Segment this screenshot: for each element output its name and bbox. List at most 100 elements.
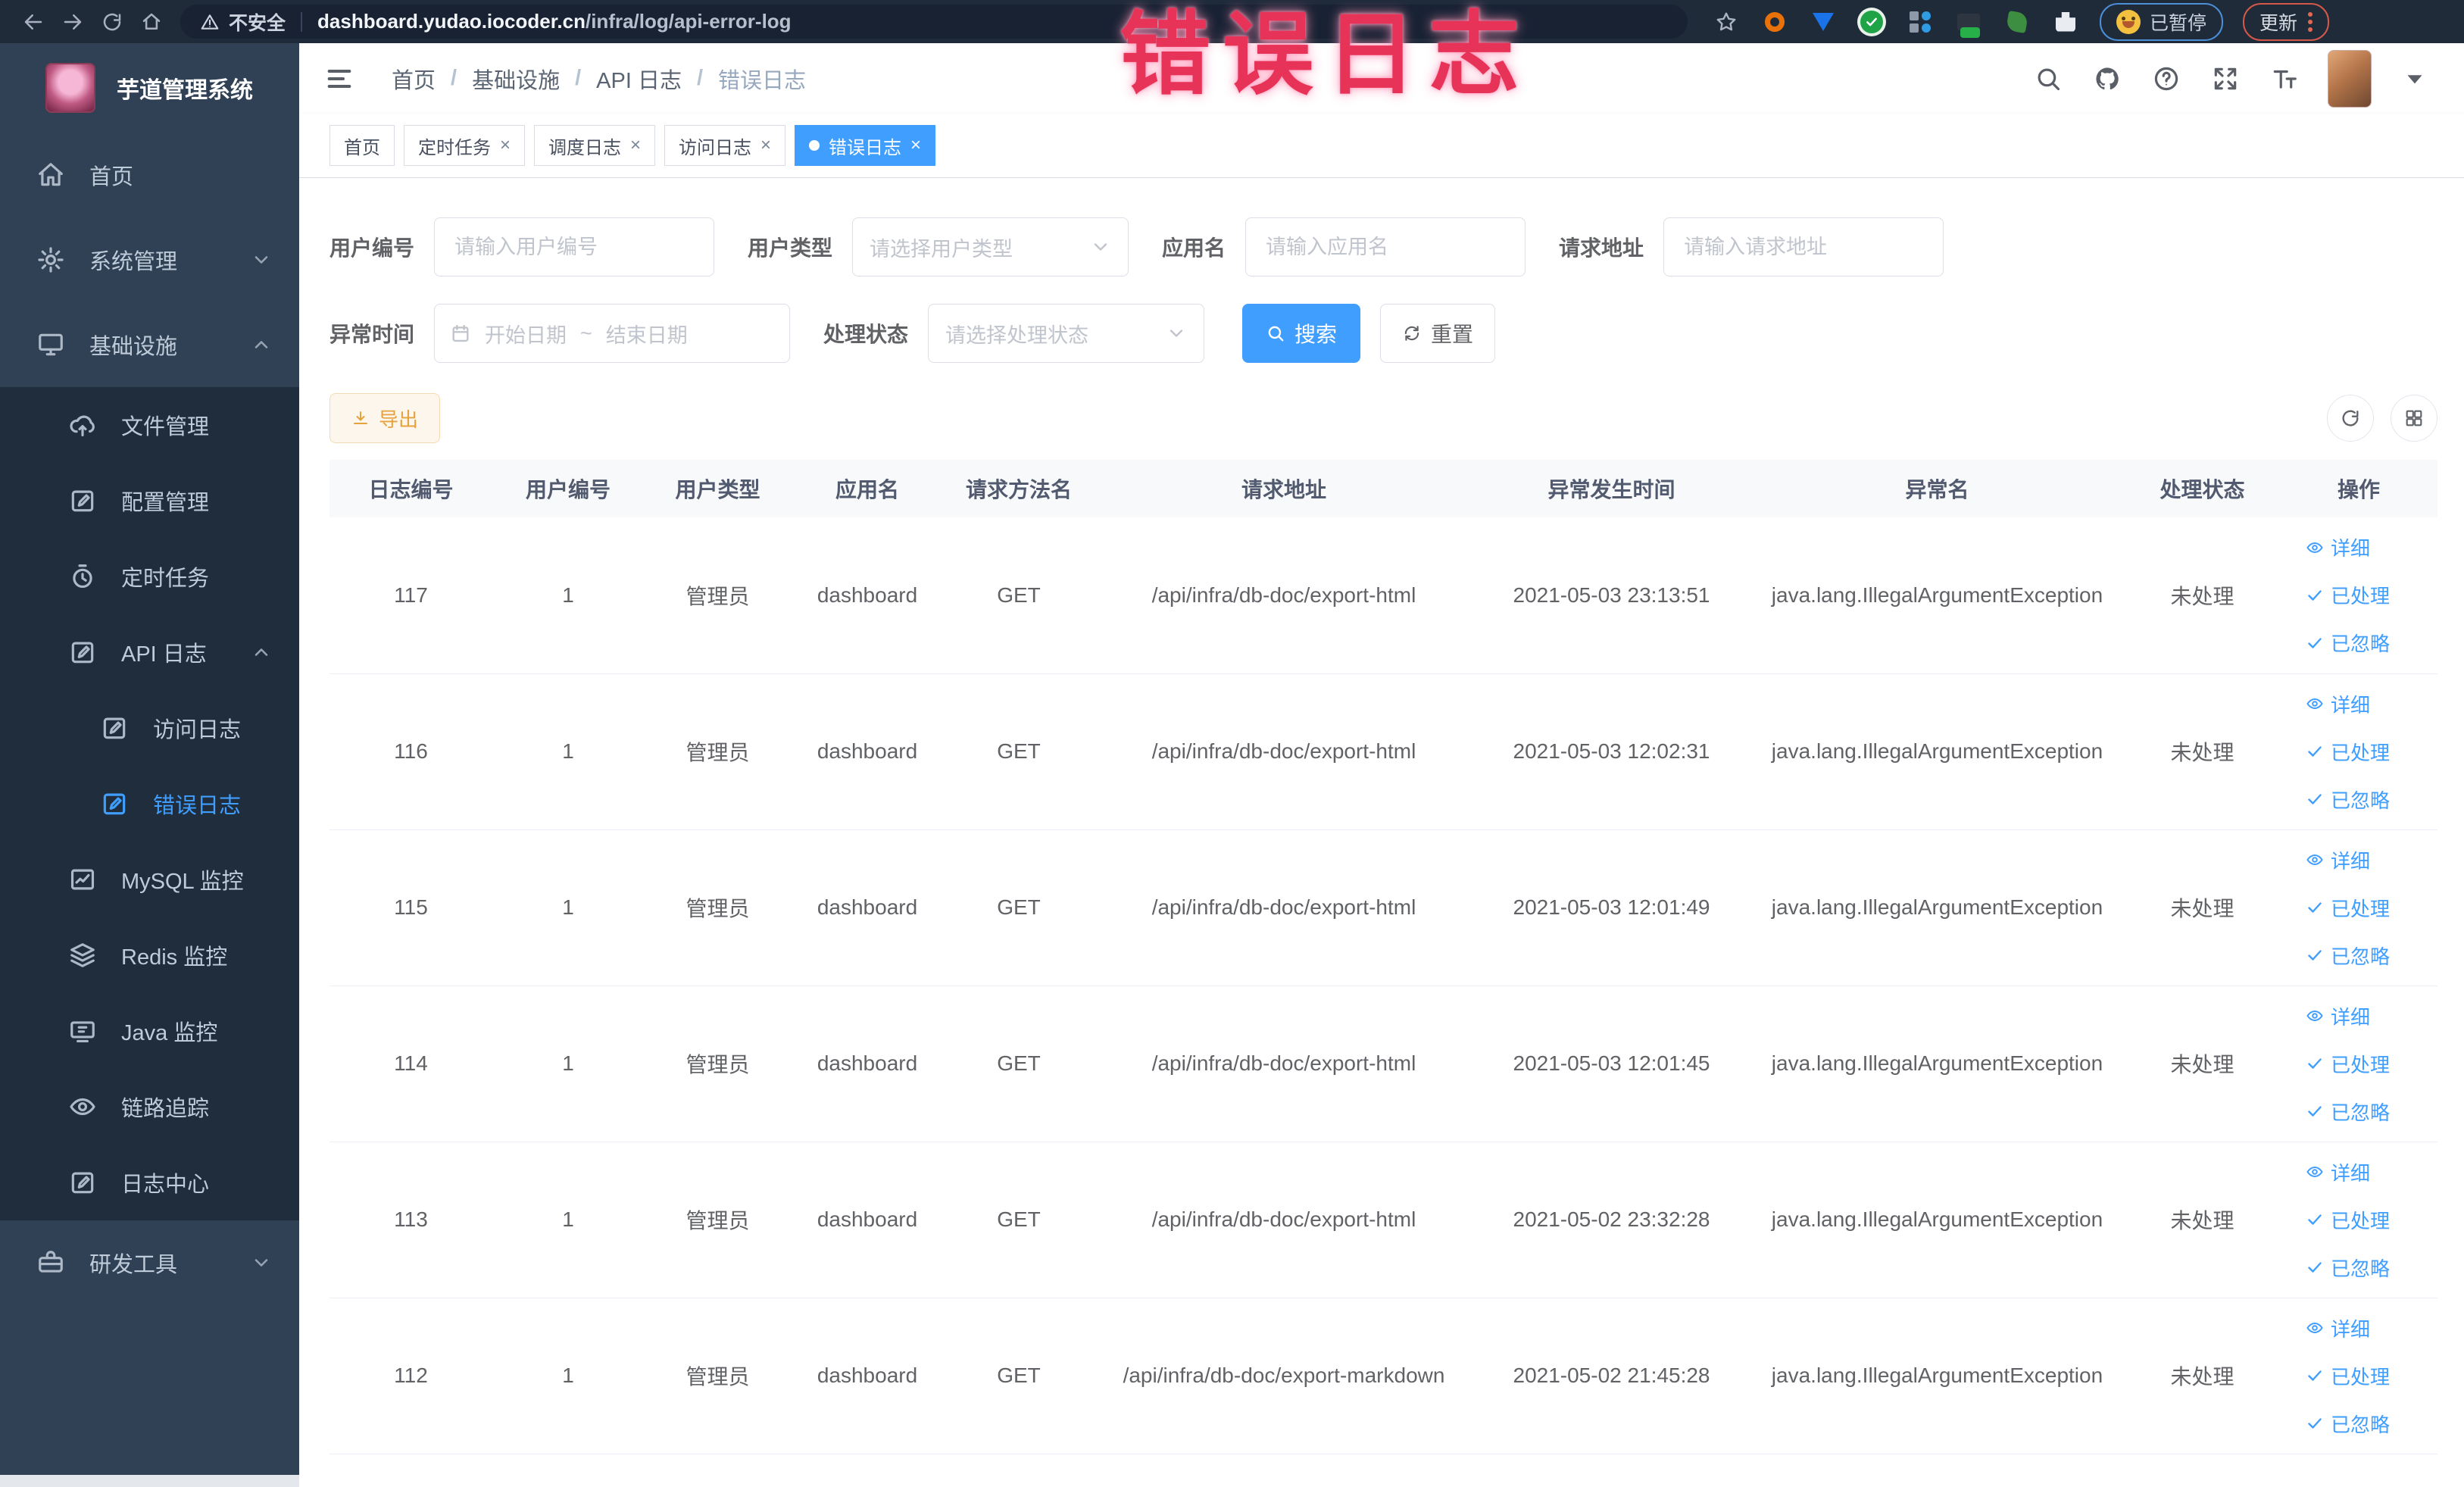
mark-ignored-link[interactable]: 已忽略 xyxy=(2306,1098,2390,1126)
cell-request-url: /api/infra/db-doc/export-html xyxy=(1095,829,1473,986)
detail-link[interactable]: 详细 xyxy=(2306,1002,2370,1030)
address-divider xyxy=(301,11,303,32)
column-settings-button[interactable] xyxy=(2391,395,2437,442)
cell-exception-name: java.lang.IllegalArgumentException xyxy=(1750,1298,2125,1454)
detail-link[interactable]: 详细 xyxy=(2306,1314,2370,1342)
sidebar-item-dev-tools[interactable]: 研发工具 xyxy=(0,1220,299,1305)
user-id-input[interactable] xyxy=(434,217,715,276)
mark-processed-link[interactable]: 已处理 xyxy=(2306,1050,2390,1078)
extension-icon-dark-on[interactable] xyxy=(1956,9,1982,38)
sidebar-item-mysql-monitor[interactable]: MySQL 监控 xyxy=(0,842,299,917)
sidebar-item-file-management[interactable]: 文件管理 xyxy=(0,387,299,463)
tab-close-icon[interactable]: × xyxy=(760,136,771,155)
browser-menu-icon[interactable] xyxy=(2308,11,2313,32)
sidebar-item-home[interactable]: 首页 xyxy=(0,133,299,217)
refresh-table-button[interactable] xyxy=(2327,395,2374,442)
cell-actions: 详细 已处理 已忽略 xyxy=(2280,829,2437,986)
bookmark-star-icon[interactable] xyxy=(1713,9,1739,35)
sidebar-logo[interactable]: 芋道管理系统 xyxy=(0,43,299,133)
date-end-placeholder: 结束日期 xyxy=(605,323,688,347)
mark-processed-link[interactable]: 已处理 xyxy=(2306,581,2390,609)
browser-update-button[interactable]: 更新 xyxy=(2243,2,2330,41)
select-placeholder: 请选择处理状态 xyxy=(945,323,1089,347)
cell-status: 未处理 xyxy=(2125,986,2280,1142)
tab-access-log[interactable]: 访问日志 × xyxy=(664,125,786,166)
browser-back-icon[interactable] xyxy=(14,5,53,39)
detail-link[interactable]: 详细 xyxy=(2306,1158,2370,1186)
tab-scheduled-tasks[interactable]: 定时任务 × xyxy=(404,125,526,166)
tab-close-icon[interactable]: × xyxy=(630,136,641,155)
sidebar-item-config-management[interactable]: 配置管理 xyxy=(0,463,299,539)
sidebar-item-api-log[interactable]: API 日志 xyxy=(0,614,299,690)
date-range-picker[interactable]: 开始日期 ~ 结束日期 xyxy=(434,304,791,363)
tab-error-log[interactable]: 错误日志 × xyxy=(795,125,936,166)
mark-ignored-link[interactable]: 已忽略 xyxy=(2306,942,2390,970)
browser-reload-icon[interactable] xyxy=(92,5,132,39)
sidebar-item-access-log[interactable]: 访问日志 xyxy=(0,690,299,766)
extension-icon-puzzle[interactable] xyxy=(2053,9,2078,35)
search-button[interactable]: 搜索 xyxy=(1242,304,1361,363)
extension-icon-green-check[interactable] xyxy=(1859,9,1885,35)
timer-icon xyxy=(68,562,97,591)
filter-request-url: 请求地址 xyxy=(1559,217,1944,276)
caret-down-icon[interactable] xyxy=(2399,63,2431,95)
paused-badge[interactable]: 已暂停 xyxy=(2100,2,2224,41)
sidebar-item-scheduled-tasks[interactable]: 定时任务 xyxy=(0,539,299,614)
sidebar-item-java-monitor[interactable]: Java 监控 xyxy=(0,993,299,1069)
tab-schedule-log[interactable]: 调度日志 × xyxy=(534,125,656,166)
eye-icon xyxy=(2306,698,2323,710)
security-status[interactable]: 不安全 xyxy=(200,8,286,36)
mark-processed-link[interactable]: 已处理 xyxy=(2306,738,2390,766)
detail-link[interactable]: 详细 xyxy=(2306,846,2370,874)
tab-home[interactable]: 首页 xyxy=(329,125,395,166)
extension-icon-leaf[interactable] xyxy=(2004,9,2030,35)
help-icon[interactable] xyxy=(2150,63,2182,95)
detail-link[interactable]: 详细 xyxy=(2306,690,2370,718)
mark-processed-link[interactable]: 已处理 xyxy=(2306,894,2390,922)
mark-ignored-link[interactable]: 已忽略 xyxy=(2306,629,2390,657)
row-actions: 详细 已处理 已忽略 xyxy=(2286,1314,2431,1438)
breadcrumb-item[interactable]: API 日志 xyxy=(596,63,682,95)
browser-home-icon[interactable] xyxy=(132,5,171,39)
reset-button[interactable]: 重置 xyxy=(1380,304,1496,363)
sidebar-item-infrastructure[interactable]: 基础设施 xyxy=(0,302,299,387)
user-type-select[interactable]: 请选择用户类型 xyxy=(852,217,1129,276)
sidebar-item-trace[interactable]: 链路追踪 xyxy=(0,1069,299,1145)
mark-ignored-link[interactable]: 已忽略 xyxy=(2306,1410,2390,1438)
search-icon[interactable] xyxy=(2032,63,2064,95)
browser-forward-icon[interactable] xyxy=(53,5,92,39)
breadcrumb-item[interactable]: 基础设施 xyxy=(472,63,560,95)
extension-icon-grid[interactable] xyxy=(1907,9,1933,35)
sidebar-item-redis-monitor[interactable]: Redis 监控 xyxy=(0,917,299,993)
cell-app-name: dashboard xyxy=(792,517,943,674)
address-bar[interactable]: 不安全 dashboard.yudao.iocoder.cn/infra/log… xyxy=(180,5,1688,39)
mark-ignored-link[interactable]: 已忽略 xyxy=(2306,1254,2390,1282)
mark-processed-link[interactable]: 已处理 xyxy=(2306,1206,2390,1234)
font-size-icon[interactable] xyxy=(2269,63,2300,95)
process-status-select[interactable]: 请选择处理状态 xyxy=(928,304,1205,363)
tab-close-icon[interactable]: × xyxy=(500,136,511,155)
reset-button-label: 重置 xyxy=(1431,323,1474,346)
sidebar-item-log-center[interactable]: 日志中心 xyxy=(0,1145,299,1220)
mark-processed-link[interactable]: 已处理 xyxy=(2306,1362,2390,1390)
page-content: 用户编号 用户类型 请选择用户类型 应用名 xyxy=(299,178,2464,1487)
fullscreen-icon[interactable] xyxy=(2209,63,2241,95)
detail-link[interactable]: 详细 xyxy=(2306,533,2370,561)
breadcrumb-item[interactable]: 首页 xyxy=(392,63,436,95)
sidebar-item-error-log[interactable]: 错误日志 xyxy=(0,766,299,842)
extension-icon-blue[interactable] xyxy=(1810,9,1836,35)
page-url[interactable]: dashboard.yudao.iocoder.cn/infra/log/api… xyxy=(317,10,792,33)
mark-ignored-label: 已忽略 xyxy=(2331,1413,2391,1436)
app-name-input[interactable] xyxy=(1245,217,1526,276)
hamburger-icon[interactable] xyxy=(322,61,357,96)
request-url-input[interactable] xyxy=(1663,217,1944,276)
app-title: 芋道管理系统 xyxy=(117,78,253,103)
export-button[interactable]: 导出 xyxy=(329,393,441,443)
sidebar-item-system-management[interactable]: 系统管理 xyxy=(0,217,299,302)
sidebar-scrollbar-track[interactable] xyxy=(0,1475,299,1487)
tab-close-icon[interactable]: × xyxy=(910,136,921,155)
extension-icon-orange[interactable] xyxy=(1762,9,1788,35)
user-avatar[interactable] xyxy=(2328,49,2372,108)
mark-ignored-link[interactable]: 已忽略 xyxy=(2306,786,2390,814)
github-icon[interactable] xyxy=(2091,63,2123,95)
